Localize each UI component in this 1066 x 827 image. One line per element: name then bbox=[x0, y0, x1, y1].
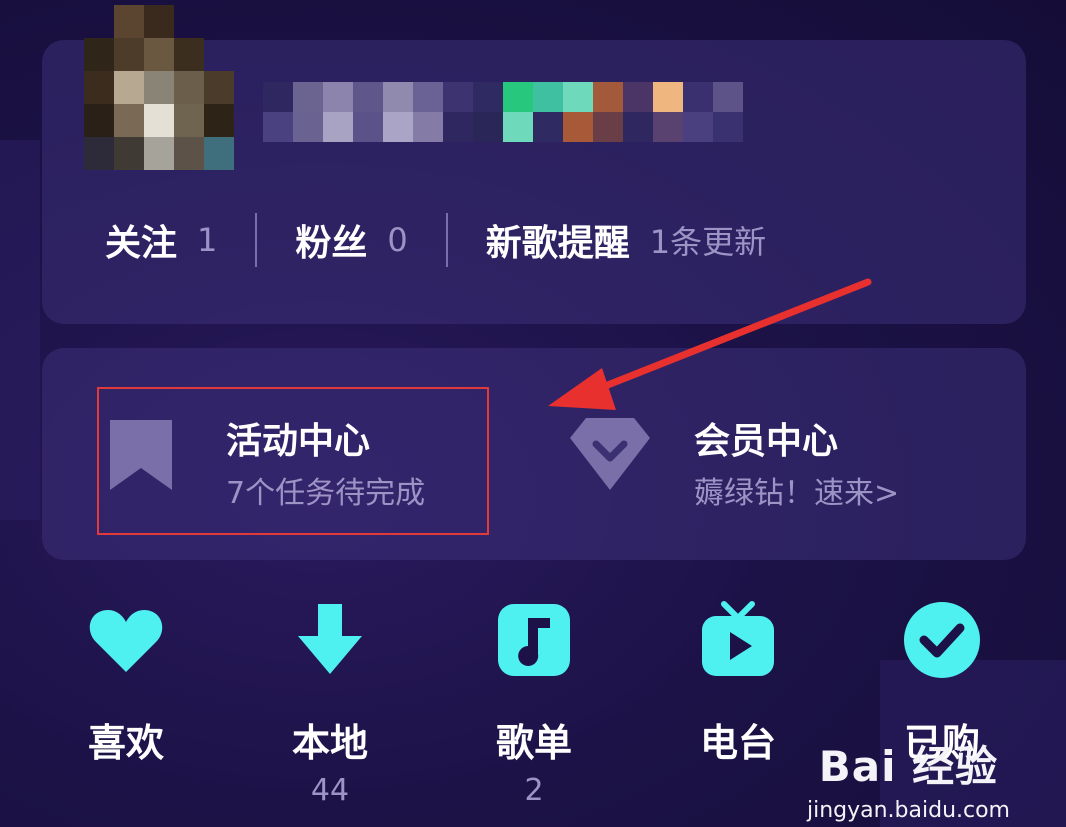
member-center-subtitle: 薅绿钻！速来> bbox=[694, 476, 900, 511]
nav-local[interactable]: 本地 44 bbox=[250, 600, 410, 808]
avatar[interactable] bbox=[84, 5, 234, 170]
nav-playlists-label: 歌单 bbox=[495, 721, 572, 765]
watermark-url: jingyan.baidu.com bbox=[806, 798, 1010, 823]
music-note-icon bbox=[498, 604, 570, 676]
divider bbox=[255, 213, 258, 267]
fans-count[interactable]: 0 bbox=[387, 221, 407, 259]
nav-radio[interactable]: 电台 bbox=[658, 600, 818, 773]
new-song-alert-count[interactable]: 1条更新 bbox=[650, 217, 766, 263]
fans-label[interactable]: 粉丝 bbox=[295, 214, 367, 266]
nav-favorites[interactable]: 喜欢 bbox=[46, 600, 206, 773]
username-blurred bbox=[263, 82, 743, 142]
baidu-watermark: Bai 经验 jingyan.baidu.com bbox=[807, 733, 1010, 823]
nav-playlists-count: 2 bbox=[524, 773, 544, 808]
diamond-icon bbox=[570, 418, 650, 490]
red-arrow-annotation bbox=[548, 278, 872, 410]
nav-local-count: 44 bbox=[310, 773, 350, 808]
new-song-alert-label[interactable]: 新歌提醒 bbox=[486, 214, 630, 266]
nav-favorites-label: 喜欢 bbox=[87, 721, 164, 765]
check-circle-icon bbox=[904, 602, 980, 678]
following-count[interactable]: 1 bbox=[197, 221, 217, 259]
highlight-box bbox=[97, 387, 489, 535]
profile-stats: 关注 1 粉丝 0 新歌提醒 1条更新 bbox=[105, 213, 766, 267]
divider bbox=[445, 213, 448, 267]
nav-local-label: 本地 bbox=[291, 721, 368, 765]
nav-playlists[interactable]: 歌单 2 bbox=[454, 600, 614, 808]
nav-radio-label: 电台 bbox=[699, 721, 776, 765]
download-icon bbox=[298, 604, 362, 674]
watermark-logo: Bai 经验 bbox=[818, 742, 999, 791]
radio-tv-icon bbox=[702, 601, 774, 676]
following-label[interactable]: 关注 bbox=[105, 214, 177, 266]
heart-icon bbox=[89, 610, 163, 672]
background-decoration bbox=[0, 140, 40, 520]
